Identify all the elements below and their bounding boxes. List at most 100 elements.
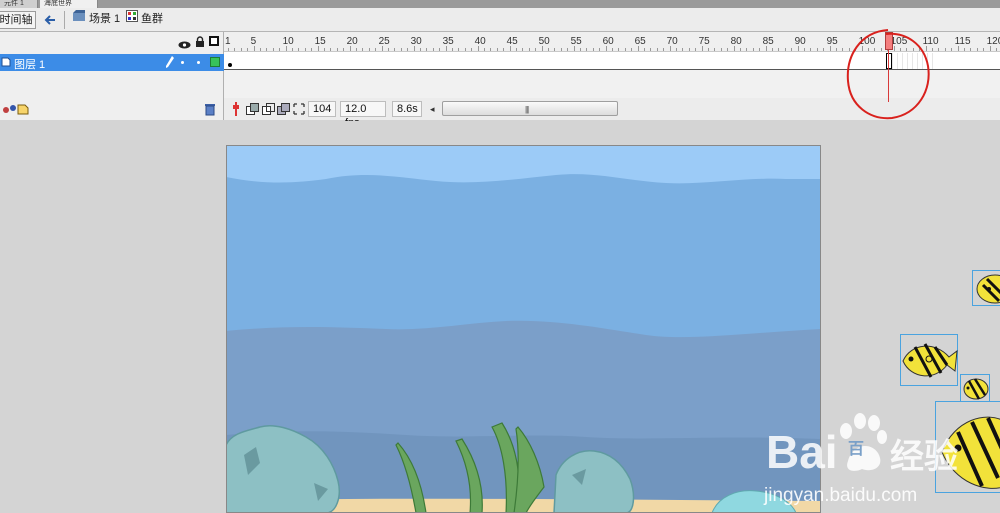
ruler-number: 45 — [506, 36, 518, 47]
current-frame-field: 104 — [308, 101, 336, 117]
lock-icon[interactable] — [195, 35, 205, 53]
trash-icon[interactable] — [204, 102, 216, 121]
keyframe-dot[interactable] — [228, 63, 232, 67]
scroll-left-arrow[interactable]: ◂ — [430, 104, 435, 115]
elapsed-time-field: 8.6s — [392, 101, 422, 117]
ruler-tick — [516, 48, 517, 51]
ruler-tick — [804, 48, 805, 51]
ruler-tick — [624, 48, 626, 51]
ruler-tick — [586, 48, 588, 51]
eye-icon[interactable] — [178, 37, 191, 55]
ruler-tick — [484, 48, 485, 51]
ruler-tick — [432, 48, 434, 51]
lock-dot-icon[interactable] — [197, 61, 200, 64]
annotation-circle — [846, 29, 930, 120]
ruler-tick — [580, 48, 581, 51]
watermark-brand-glyph: 百 — [848, 441, 865, 458]
fish-instance[interactable] — [960, 374, 990, 402]
ruler-number: 5 — [250, 36, 257, 47]
ruler-number: 85 — [762, 36, 774, 47]
ruler-tick — [362, 48, 364, 51]
document-tab-active[interactable]: 海底世界 — [40, 0, 98, 8]
symbol-label: 鱼群 — [141, 13, 163, 25]
frame-rate-field[interactable]: 12.0 fps — [340, 101, 386, 129]
center-frame-icon[interactable] — [232, 102, 240, 121]
ruler-tick — [778, 48, 780, 51]
ruler-tick — [356, 48, 357, 51]
layer-row[interactable]: 图层 1 — [0, 54, 224, 71]
timeline-toggle-button[interactable]: 时间轴 — [0, 11, 36, 29]
ruler-tick — [304, 48, 306, 51]
ruler-tick — [324, 48, 325, 51]
ruler-tick — [708, 48, 709, 51]
add-layer-icon[interactable] — [2, 102, 32, 121]
ruler-number: 80 — [730, 36, 742, 47]
visibility-dot-icon[interactable] — [181, 61, 184, 64]
ruler-tick — [772, 48, 773, 51]
ruler-number: 60 — [602, 36, 614, 47]
symbol-breadcrumb[interactable]: 鱼群 — [126, 9, 163, 29]
ruler-tick — [375, 48, 377, 51]
ruler-tick — [528, 48, 530, 51]
ruler-tick — [752, 48, 754, 51]
ruler-number: 15 — [314, 36, 326, 47]
ruler-number: 75 — [698, 36, 710, 47]
outline-square-icon[interactable] — [209, 36, 219, 46]
ruler-number: 120 — [986, 36, 1000, 47]
ruler-tick — [599, 48, 601, 51]
ruler-tick — [720, 48, 722, 51]
ruler-tick — [612, 48, 613, 51]
ruler-tick — [676, 48, 677, 51]
ruler-number: 70 — [666, 36, 678, 47]
ruler-tick — [944, 48, 946, 51]
ruler-tick — [407, 48, 409, 51]
ruler-tick — [240, 48, 242, 51]
scene-icon — [72, 9, 86, 29]
ruler-tick — [330, 48, 332, 51]
ruler-tick — [688, 48, 690, 51]
ruler-tick — [247, 48, 249, 51]
fish-instance[interactable] — [900, 334, 958, 386]
ruler-tick — [368, 48, 370, 51]
ruler-tick — [426, 48, 428, 51]
scene-breadcrumb[interactable]: 场景 1 — [72, 9, 120, 29]
ruler-number: 10 — [282, 36, 294, 47]
layer-pane: 图层 1 — [0, 32, 224, 120]
ruler-tick — [976, 48, 978, 51]
ruler-tick — [714, 48, 716, 51]
edit-multiple-frames-icon[interactable] — [277, 102, 291, 120]
ruler-tick — [554, 48, 556, 51]
ruler-tick — [759, 48, 761, 51]
fish-instance[interactable] — [972, 270, 1000, 306]
ruler-number: 50 — [538, 36, 550, 47]
ruler-number: 30 — [410, 36, 422, 47]
modify-onion-markers-icon[interactable] — [293, 102, 305, 120]
ruler-tick — [644, 48, 645, 51]
ruler-tick — [810, 48, 812, 51]
ruler-tick — [522, 48, 524, 51]
ruler-tick — [791, 48, 793, 51]
layer-name[interactable]: 图层 1 — [14, 56, 45, 72]
back-arrow-icon[interactable] — [42, 12, 58, 28]
ruler-tick — [311, 48, 313, 51]
document-tab[interactable]: 元件 1 — [0, 0, 38, 8]
ruler-number: 20 — [346, 36, 358, 47]
outline-color-icon[interactable] — [210, 57, 220, 67]
ruler-number: 65 — [634, 36, 646, 47]
ruler-tick — [298, 48, 300, 51]
ruler-tick — [695, 48, 697, 51]
horizontal-scrollbar[interactable]: ||| — [442, 101, 618, 116]
pencil-icon — [165, 55, 175, 72]
onion-outline-icon[interactable] — [262, 102, 276, 120]
ruler-tick — [618, 48, 620, 51]
onion-skin-icon[interactable] — [246, 102, 260, 120]
ruler-tick — [388, 48, 389, 51]
ruler-tick — [663, 48, 665, 51]
scroll-grip-icon: ||| — [525, 105, 529, 114]
watermark-url: jingyan.baidu.com — [764, 485, 918, 506]
stage-border — [226, 145, 821, 513]
baidu-watermark: Bai 百 经验 jingyan.baidu.com — [760, 409, 1000, 513]
ruler-tick — [656, 48, 658, 51]
ruler-tick — [464, 48, 466, 51]
ruler-tick — [394, 48, 396, 51]
